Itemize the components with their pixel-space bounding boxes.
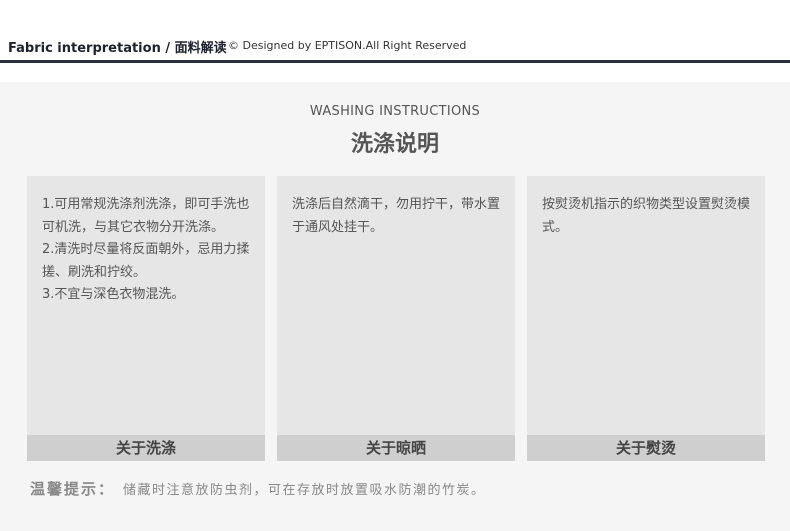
card-text-line: 洗涤后自然滴干，勿用拧干，带水置于通风处挂干。 <box>292 197 501 235</box>
card-text-line: 按熨烫机指示的织物类型设置熨烫模式。 <box>542 197 751 235</box>
card-washing-footer: 关于洗涤 <box>27 435 265 461</box>
header-divider <box>0 60 790 63</box>
card-drying: 洗涤后自然滴干，勿用拧干，带水置于通风处挂干。 关于晾晒 <box>277 176 515 461</box>
card-washing: 1.可用常规洗涤剂洗涤，即可手洗也可机洗，与其它衣物分开洗涤。 2.清洗时尽量将… <box>27 176 265 461</box>
card-drying-footer: 关于晾晒 <box>277 435 515 461</box>
card-text-line: 3.不宜与深色衣物混洗。 <box>42 287 185 302</box>
header: Fabric interpretation / 面料解读 © Designed … <box>0 0 790 64</box>
header-title: Fabric interpretation / 面料解读 <box>8 41 227 56</box>
card-drying-text: 洗涤后自然滴干，勿用拧干，带水置于通风处挂干。 <box>292 194 501 239</box>
card-text-line: 2.清洗时尽量将反面朝外，忌用力揉搓、刷洗和拧绞。 <box>42 242 250 280</box>
tip-text: 储藏时注意放防虫剂，可在存放时放置吸水防潮的竹炭。 <box>123 483 486 498</box>
section-subtitle: WASHING INSTRUCTIONS <box>309 104 481 119</box>
tip-label: 温馨提示： <box>30 480 116 498</box>
card-ironing: 按熨烫机指示的织物类型设置熨烫模式。 关于熨烫 <box>527 176 765 461</box>
washing-instructions-section: WASHING INSTRUCTIONS 洗涤说明 1.可用常规洗涤剂洗涤，即可… <box>0 82 790 531</box>
section-title: 洗涤说明 <box>350 132 439 157</box>
card-ironing-text: 按熨烫机指示的织物类型设置熨烫模式。 <box>542 194 751 239</box>
card-ironing-footer: 关于熨烫 <box>527 435 765 461</box>
header-credit: © Designed by EPTISON.All Right Reserved <box>228 39 467 52</box>
card-text-line: 1.可用常规洗涤剂洗涤，即可手洗也可机洗，与其它衣物分开洗涤。 <box>42 197 250 235</box>
warm-tip: 温馨提示： 储藏时注意放防虫剂，可在存放时放置吸水防潮的竹炭。 <box>30 478 486 499</box>
card-washing-text: 1.可用常规洗涤剂洗涤，即可手洗也可机洗，与其它衣物分开洗涤。 2.清洗时尽量将… <box>42 194 251 307</box>
